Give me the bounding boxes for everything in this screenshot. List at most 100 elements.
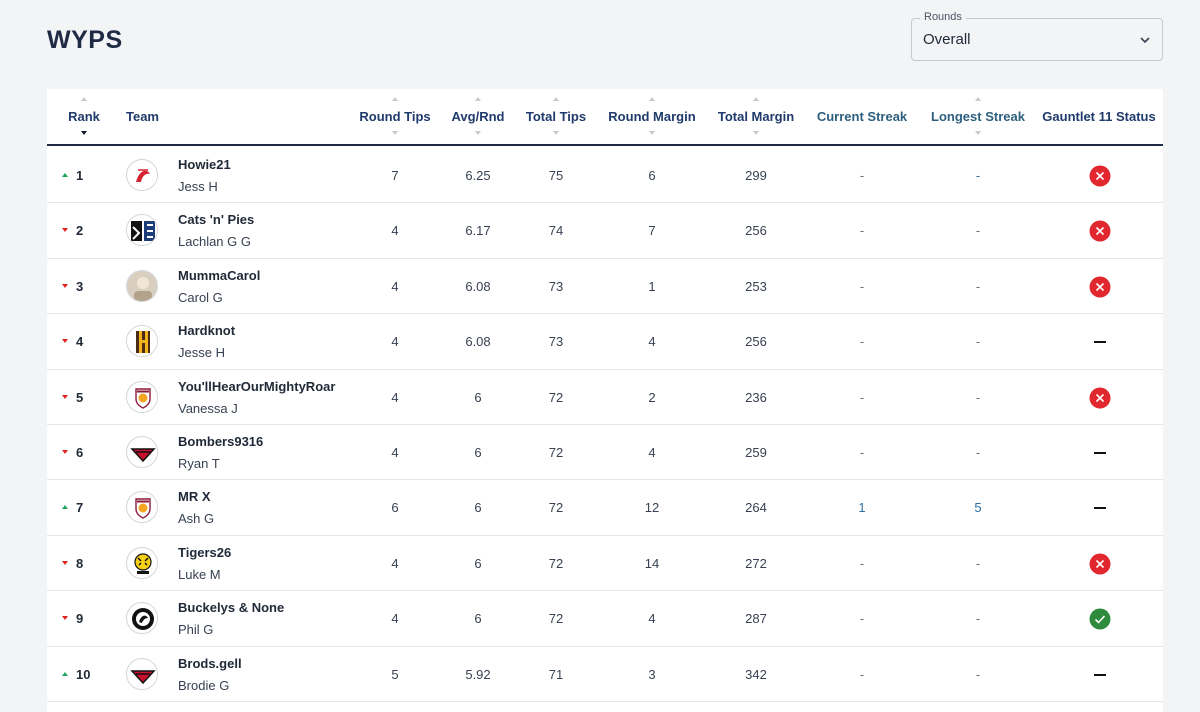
header-team[interactable]: Team <box>126 89 186 146</box>
total-margin-value: 256 <box>745 223 767 239</box>
table-row[interactable]: 8 Tigers26 Luke M 4 6 72 14 272 - - <box>47 536 1163 592</box>
header-round-tips[interactable]: Round Tips <box>354 89 436 146</box>
round-margin-value: 4 <box>648 445 656 460</box>
team-name-link[interactable]: MummaCarol <box>178 268 260 283</box>
gauntlet-failed-icon <box>1089 387 1111 409</box>
team-owner: Carol G <box>178 289 223 305</box>
round-margin-value: 4 <box>648 611 656 627</box>
round-margin-value: 6 <box>648 168 656 183</box>
total-margin-value: 259 <box>745 445 767 460</box>
table-row[interactable]: 2 Cats 'n' Pies Lachlan G G 4 6.17 74 7 256 - - <box>47 203 1163 259</box>
round-margin-value: 14 <box>644 555 660 571</box>
round-margin-value: 2 <box>648 389 656 405</box>
table-row[interactable]: 1 Howie21 Jess H 7 6.25 75 6 299 - - <box>47 148 1163 204</box>
longest-streak-value: - <box>975 334 981 350</box>
team-logo-icon <box>126 269 158 302</box>
gauntlet-failed-icon <box>1089 220 1111 242</box>
team-name-link[interactable]: Tigers26 <box>178 545 231 560</box>
table-row[interactable]: 4 Hardknot Jesse H 4 6.08 73 4 256 - - <box>47 314 1163 370</box>
team-name-link[interactable]: Cats 'n' Pies <box>178 212 254 227</box>
team-owner: Phil G <box>178 622 214 638</box>
header-rank[interactable]: Rank <box>65 89 103 146</box>
header-round-margin[interactable]: Round Margin <box>602 89 702 146</box>
team-name-link[interactable]: Howie21 <box>178 157 231 172</box>
total-tips-value: 71 <box>548 666 564 682</box>
rank-number: 7 <box>76 500 84 516</box>
table-row[interactable]: 7 MR X Ash G 6 6 72 12 264 1 5 <box>47 480 1163 536</box>
table-row[interactable]: 6 Bombers9316 Ryan T 4 6 72 4 259 - - <box>47 425 1163 481</box>
header-current-streak[interactable]: Current Streak <box>810 89 914 146</box>
rank-down-arrow-icon <box>62 450 68 454</box>
gauntlet-none-icon <box>1094 341 1106 344</box>
gauntlet-failed-icon <box>1089 165 1111 187</box>
longest-streak-value: - <box>975 389 981 405</box>
rounds-selected-value: Overall <box>923 31 971 48</box>
round-tips-value: 7 <box>391 168 399 183</box>
table-row[interactable]: 5 You'llHearOurMightyRoar Vanessa J 4 6 72 2 23… <box>47 370 1163 425</box>
sort-asc-icon <box>475 97 481 101</box>
avg-rnd-value: 6 <box>474 445 482 460</box>
round-tips-value: 4 <box>391 334 399 350</box>
header-longest-streak[interactable]: Longest Streak <box>923 89 1033 146</box>
longest-streak-value: - <box>975 555 981 571</box>
avg-rnd-value: 6 <box>474 500 482 516</box>
current-streak-value: - <box>859 334 865 350</box>
team-name-link[interactable]: MR X <box>178 489 211 504</box>
gauntlet-none-icon <box>1094 507 1106 510</box>
sort-desc-icon <box>975 131 981 135</box>
header-gauntlet-status[interactable]: Gauntlet 11 Status <box>1040 89 1158 146</box>
round-tips-value: 5 <box>391 666 399 682</box>
total-tips-value: 72 <box>548 389 564 405</box>
rounds-select[interactable]: Rounds Overall <box>911 11 1163 61</box>
team-name-link[interactable]: Buckelys & None <box>178 600 284 615</box>
total-margin-value: 287 <box>745 611 767 627</box>
sort-asc-icon <box>649 97 655 101</box>
header-total-margin[interactable]: Total Margin <box>710 89 802 146</box>
header-avg-rnd[interactable]: Avg/Rnd <box>445 89 511 146</box>
team-owner: Jess H <box>178 179 218 194</box>
team-name-link[interactable]: Bombers9316 <box>178 434 263 449</box>
team-owner: Luke M <box>178 566 221 582</box>
team-owner: Brodie G <box>178 677 230 693</box>
avg-rnd-value: 6.08 <box>465 334 491 350</box>
sort-asc-icon <box>753 97 759 101</box>
round-margin-value: 1 <box>648 278 656 294</box>
total-margin-value: 236 <box>745 389 767 405</box>
team-logo-icon <box>126 325 158 358</box>
longest-streak-value: - <box>975 168 981 183</box>
rank-number: 2 <box>76 223 84 239</box>
rank-down-arrow-icon <box>62 283 68 288</box>
longest-streak-value: - <box>975 278 981 294</box>
table-row[interactable]: 3 MummaCarol Carol G 4 6.08 73 1 253 - - <box>47 259 1163 315</box>
rank-number: 5 <box>76 389 84 405</box>
team-owner: Ash G <box>178 511 215 527</box>
round-tips-value: 4 <box>391 389 399 405</box>
total-tips-value: 75 <box>548 168 564 183</box>
current-streak-value: - <box>859 555 865 571</box>
sort-desc-icon <box>753 131 759 135</box>
longest-streak-value: 5 <box>974 500 982 516</box>
avg-rnd-value: 6 <box>474 389 482 405</box>
table-row[interactable]: 9 Buckelys & None Phil G 4 6 72 4 287 - - <box>47 591 1163 647</box>
team-name-link[interactable]: Brods.gell <box>178 656 242 671</box>
team-logo-icon <box>126 546 158 579</box>
team-logo-icon <box>126 602 158 635</box>
table-row[interactable]: 10 Brods.gell Brodie G 5 5.92 71 3 342 - - <box>47 647 1163 702</box>
round-tips-value: 4 <box>391 223 399 239</box>
team-owner: Lachlan G G <box>178 234 251 250</box>
team-logo-icon <box>126 491 158 524</box>
current-streak-value: - <box>859 168 865 183</box>
table-header: Rank Team Round Tips Avg/Rnd Total Tips … <box>47 89 1163 146</box>
round-tips-value: 4 <box>391 278 399 294</box>
round-margin-value: 7 <box>648 223 656 239</box>
total-margin-value: 272 <box>745 555 767 571</box>
rank-number: 9 <box>76 611 84 627</box>
team-owner: Ryan T <box>178 456 220 471</box>
header-total-tips[interactable]: Total Tips <box>520 89 592 146</box>
sort-desc-icon <box>81 131 87 135</box>
round-margin-value: 4 <box>648 334 656 350</box>
team-name-link[interactable]: You'llHearOurMightyRoar <box>178 379 335 394</box>
rank-number: 6 <box>76 445 84 460</box>
leaderboard-table: Rank Team Round Tips Avg/Rnd Total Tips … <box>47 89 1163 712</box>
team-name-link[interactable]: Hardknot <box>178 323 235 338</box>
